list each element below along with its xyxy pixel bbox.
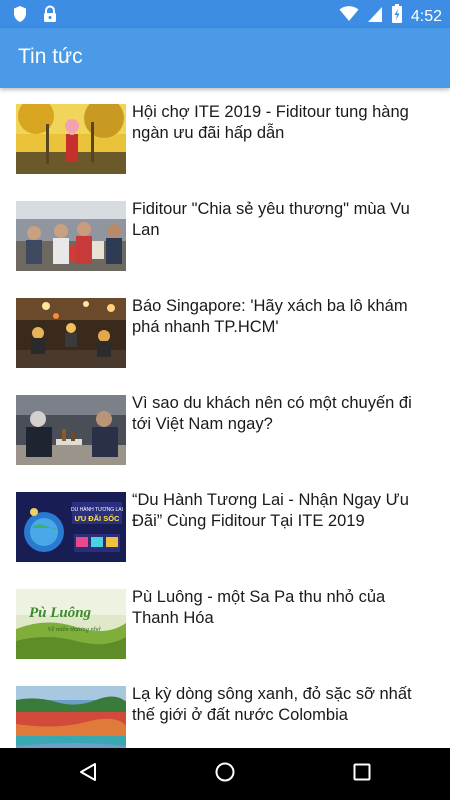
list-item[interactable]: Lạ kỳ dòng sông xanh, đỏ sặc sỡ nhất thế… [0, 670, 450, 748]
list-item[interactable]: Pù Luông Về miền thương nhớ Pù Luông - m… [0, 573, 450, 670]
list-item[interactable]: DU HÀNH TƯƠNG LAI ƯU ĐÃI SỐC “Du Hành Tư… [0, 476, 450, 573]
article-thumbnail [16, 201, 126, 271]
home-button[interactable] [211, 760, 239, 788]
article-thumbnail [16, 298, 126, 368]
ite-banner-line2: ƯU ĐÃI SỐC [75, 513, 121, 523]
status-left-icons [12, 5, 58, 28]
article-thumbnail: Pù Luông Về miền thương nhớ [16, 589, 126, 659]
article-title: Vì sao du khách nên có một chuyến đi tới… [132, 394, 412, 433]
article-title: “Du Hành Tương Lai - Nhận Ngay Ưu Đãi” C… [132, 491, 409, 530]
article-thumbnail [16, 686, 126, 748]
navigation-bar [0, 748, 450, 800]
battery-charging-icon [391, 4, 403, 29]
home-icon [214, 761, 236, 788]
list-item[interactable]: Hội chợ ITE 2019 - Fiditour tung hàng ng… [0, 88, 450, 185]
status-right-icons: 4:52 [339, 4, 442, 29]
status-bar: 4:52 [0, 0, 450, 28]
page-title: Tin tức [18, 45, 83, 68]
article-title: Báo Singapore: 'Hãy xách ba lô khám phá … [132, 297, 408, 336]
back-button[interactable] [74, 760, 102, 788]
article-thumbnail [16, 104, 126, 174]
article-title: Lạ kỳ dòng sông xanh, đỏ sặc sỡ nhất thế… [132, 685, 412, 724]
puluong-title: Pù Luông [29, 605, 92, 621]
article-title: Fiditour "Chia sẻ yêu thương" mùa Vu Lan [132, 200, 410, 239]
ite-banner-line1: DU HÀNH TƯƠNG LAI [71, 506, 123, 513]
status-time: 4:52 [410, 7, 442, 25]
signal-icon [367, 5, 383, 28]
back-icon [77, 761, 99, 788]
shield-icon [12, 5, 28, 28]
recents-icon [351, 761, 373, 788]
article-title: Hội chợ ITE 2019 - Fiditour tung hàng ng… [132, 103, 409, 142]
wifi-icon [339, 5, 359, 28]
list-item[interactable]: Fiditour "Chia sẻ yêu thương" mùa Vu Lan [0, 185, 450, 282]
list-item[interactable]: Báo Singapore: 'Hãy xách ba lô khám phá … [0, 282, 450, 379]
lock-icon [42, 5, 58, 28]
recents-button[interactable] [348, 760, 376, 788]
app-bar: Tin tức [0, 28, 450, 88]
article-thumbnail: DU HÀNH TƯƠNG LAI ƯU ĐÃI SỐC [16, 492, 126, 562]
article-thumbnail [16, 395, 126, 465]
article-title: Pù Luông - một Sa Pa thu nhỏ của Thanh H… [132, 588, 386, 627]
puluong-subtitle: Về miền thương nhớ [48, 626, 101, 633]
news-list[interactable]: Hội chợ ITE 2019 - Fiditour tung hàng ng… [0, 88, 450, 748]
list-item[interactable]: Vì sao du khách nên có một chuyến đi tới… [0, 379, 450, 476]
